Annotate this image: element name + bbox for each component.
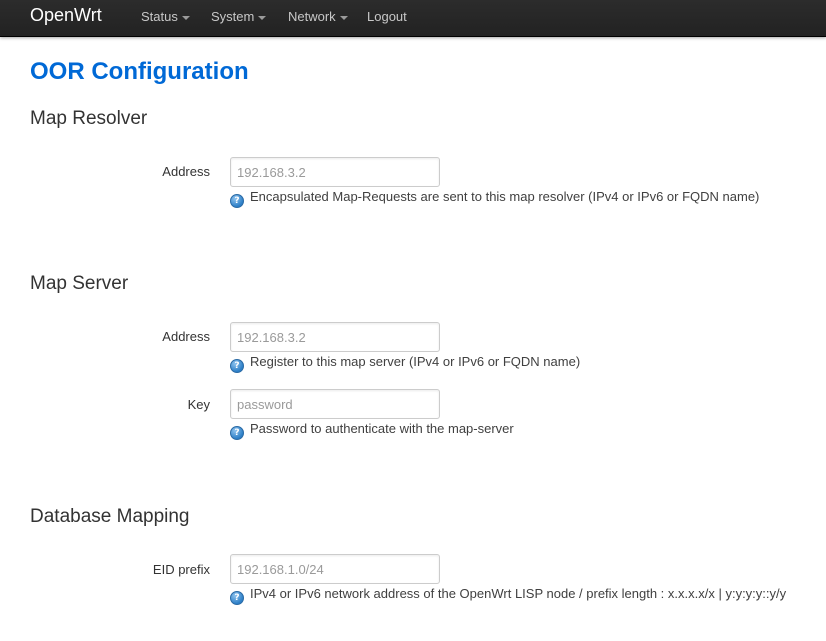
map-server-address-label: Address — [162, 329, 210, 344]
help-icon: ? — [230, 359, 244, 373]
map-server-address-help-text: Register to this map server (IPv4 or IPv… — [250, 354, 581, 369]
map-server-key-label: Key — [187, 397, 210, 412]
help-icon: ? — [230, 426, 244, 440]
map-resolver-address-label: Address — [162, 164, 210, 179]
nav-network[interactable]: Network — [288, 9, 348, 24]
map-resolver-address-help-text: Encapsulated Map-Requests are sent to th… — [250, 189, 760, 204]
section-title-map-resolver: Map Resolver — [30, 108, 148, 129]
section-title-database-mapping: Database Mapping — [30, 506, 190, 527]
map-resolver-address-input[interactable] — [230, 157, 440, 187]
caret-down-icon — [339, 15, 348, 20]
map-server-address-input[interactable] — [230, 322, 440, 352]
eid-prefix-help-text: IPv4 or IPv6 network address of the Open… — [250, 586, 787, 601]
nav-system-label: System — [211, 9, 255, 24]
map-server-key-input[interactable] — [230, 389, 440, 419]
nav-network-label: Network — [288, 9, 336, 24]
help-icon: ? — [230, 194, 244, 208]
brand-link[interactable]: OpenWrt — [30, 4, 102, 26]
section-title-map-server: Map Server — [30, 273, 129, 294]
caret-down-icon — [258, 15, 267, 20]
page-title: OOR Configuration — [30, 58, 249, 85]
nav-logout[interactable]: Logout — [367, 9, 407, 24]
caret-down-icon — [181, 15, 190, 20]
help-icon: ? — [230, 591, 244, 605]
nav-logout-label: Logout — [367, 9, 407, 24]
map-server-address-help: ? Register to this map server (IPv4 or IP… — [230, 354, 580, 373]
map-server-key-help: ? Password to authenticate with the map-s… — [230, 421, 514, 440]
map-server-key-help-text: Password to authenticate with the map-se… — [250, 421, 514, 436]
eid-prefix-input[interactable] — [230, 554, 440, 584]
top-navbar: OpenWrt Status System Network Logout — [0, 0, 826, 37]
eid-prefix-help: ? IPv4 or IPv6 network address of the Ope… — [230, 586, 786, 605]
map-resolver-address-help: ? Encapsulated Map-Requests are sent to t… — [230, 189, 759, 208]
nav-status-label: Status — [141, 9, 178, 24]
nav-system[interactable]: System — [211, 9, 267, 24]
eid-prefix-label: EID prefix — [152, 562, 210, 577]
nav-status[interactable]: Status — [141, 9, 190, 24]
